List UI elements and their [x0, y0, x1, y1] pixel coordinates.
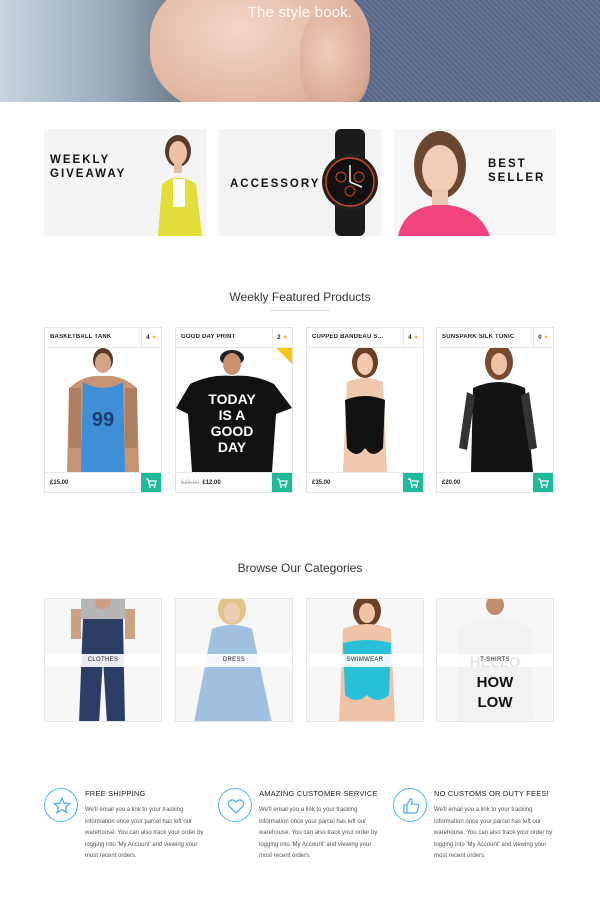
categories-title: Browse Our Categories: [237, 561, 363, 575]
cart-icon: [277, 478, 288, 488]
heart-icon: [218, 788, 252, 822]
svg-text:GOOD: GOOD: [211, 423, 254, 439]
category-label: DRESS: [222, 657, 246, 663]
banner-label: BEST SELLER: [488, 158, 546, 184]
add-to-cart-button[interactable]: [403, 473, 423, 492]
product-card-footer: £35.00: [307, 472, 423, 492]
hero-title: The style book.: [247, 4, 353, 21]
model-pink-top-image: [398, 131, 490, 236]
product-card-header: BASKETBALL TANK 4 ★: [45, 328, 161, 348]
product-card-footer: £20.00: [437, 472, 553, 492]
category-swimwear[interactable]: SWIMWEAR: [306, 598, 424, 722]
hero-hand-detail: [300, 10, 370, 102]
svg-text:TODAY: TODAY: [208, 391, 256, 407]
banner-label: WEEKLY GIVEAWAY: [50, 154, 127, 180]
category-tshirts[interactable]: HELLO HOW LOW T-SHIRTS: [436, 598, 554, 722]
product-card[interactable]: BASKETBALL TANK 4 ★ 99 £15.00: [44, 327, 162, 493]
title-divider: [270, 310, 330, 311]
best-seller-banner[interactable]: BEST SELLER: [394, 129, 556, 236]
svg-text:IS A: IS A: [219, 407, 246, 423]
product-rating: 2 ★: [272, 328, 292, 348]
featured-title: Weekly Featured Products: [229, 290, 371, 304]
add-to-cart-button[interactable]: [141, 473, 161, 492]
product-name[interactable]: SUNSPARK SILK TUNIC: [442, 334, 532, 340]
product-card-footer: £15.00 £12.00: [176, 472, 292, 492]
add-to-cart-button[interactable]: [272, 473, 292, 492]
product-card-header: GOOD DAY PRINT 2 ★: [176, 328, 292, 348]
product-image[interactable]: [307, 348, 423, 472]
feature-title: FREE SHIPPING: [85, 789, 146, 798]
product-price: £15.00: [50, 480, 69, 486]
cart-icon: [408, 478, 419, 488]
feature-text: We'll email you a link to your tracking …: [85, 807, 204, 859]
sale-corner-badge: [276, 348, 292, 364]
category-label: T-SHIRTS: [480, 657, 510, 663]
add-to-cart-button[interactable]: [533, 473, 553, 492]
product-image[interactable]: [437, 348, 553, 472]
hero-banner: The style book.: [0, 0, 600, 102]
star-icon: ★: [543, 335, 549, 341]
product-name[interactable]: GOOD DAY PRINT: [181, 334, 271, 340]
svg-text:HOW: HOW: [477, 674, 515, 691]
product-card-header: CUPPED BANDEAU S... 4 ★: [307, 328, 423, 348]
star-icon: ★: [413, 335, 419, 341]
product-card-footer: £15.00: [45, 472, 161, 492]
product-price: £15.00 £12.00: [181, 480, 221, 486]
cart-icon: [538, 478, 549, 488]
product-rating: 4 ★: [141, 328, 161, 348]
svg-text:DAY: DAY: [218, 439, 247, 455]
star-icon: ★: [282, 335, 288, 341]
feature-title: NO CUSTOMS OR DUTY FEES!: [434, 789, 549, 798]
category-dress[interactable]: DRESS: [175, 598, 293, 722]
product-image[interactable]: TODAY IS A GOOD DAY: [176, 348, 292, 472]
model-yellow-jacket-image: [158, 135, 202, 236]
product-image[interactable]: 99: [45, 348, 161, 472]
product-rating: 0 ★: [533, 328, 553, 348]
product-card[interactable]: SUNSPARK SILK TUNIC 0 ★ £20.00: [436, 327, 554, 493]
product-name[interactable]: CUPPED BANDEAU S...: [312, 334, 402, 340]
thumbs-up-icon: [393, 788, 427, 822]
watch-image: [322, 129, 378, 236]
svg-text:99: 99: [92, 409, 114, 431]
product-card[interactable]: GOOD DAY PRINT 2 ★ TODAY IS A GOOD DAY £…: [175, 327, 293, 493]
feature-text: We'll email you a link to your tracking …: [259, 807, 378, 859]
product-card[interactable]: CUPPED BANDEAU S... 4 ★ £35.00: [306, 327, 424, 493]
product-name[interactable]: BASKETBALL TANK: [50, 334, 140, 340]
category-label: SWIMWEAR: [346, 657, 384, 663]
product-price: £20.00: [442, 480, 461, 486]
star-icon: [44, 788, 78, 822]
product-price: £35.00: [312, 480, 331, 486]
category-clothes[interactable]: CLOTHES: [44, 598, 162, 722]
star-icon: ★: [151, 335, 157, 341]
category-label: CLOTHES: [87, 657, 119, 663]
product-rating: 4 ★: [403, 328, 423, 348]
cart-icon: [146, 478, 157, 488]
feature-title: AMAZING CUSTOMER SERVICE: [259, 789, 378, 798]
accessory-banner[interactable]: ACCESSORY: [219, 129, 381, 236]
product-old-price: £15.00: [181, 480, 200, 486]
product-card-header: SUNSPARK SILK TUNIC 0 ★: [437, 328, 553, 348]
banner-label: ACCESSORY: [230, 178, 321, 190]
svg-text:LOW: LOW: [478, 694, 514, 711]
weekly-giveaway-banner[interactable]: WEEKLY GIVEAWAY: [44, 129, 206, 236]
feature-text: We'll email you a link to your tracking …: [434, 807, 553, 859]
